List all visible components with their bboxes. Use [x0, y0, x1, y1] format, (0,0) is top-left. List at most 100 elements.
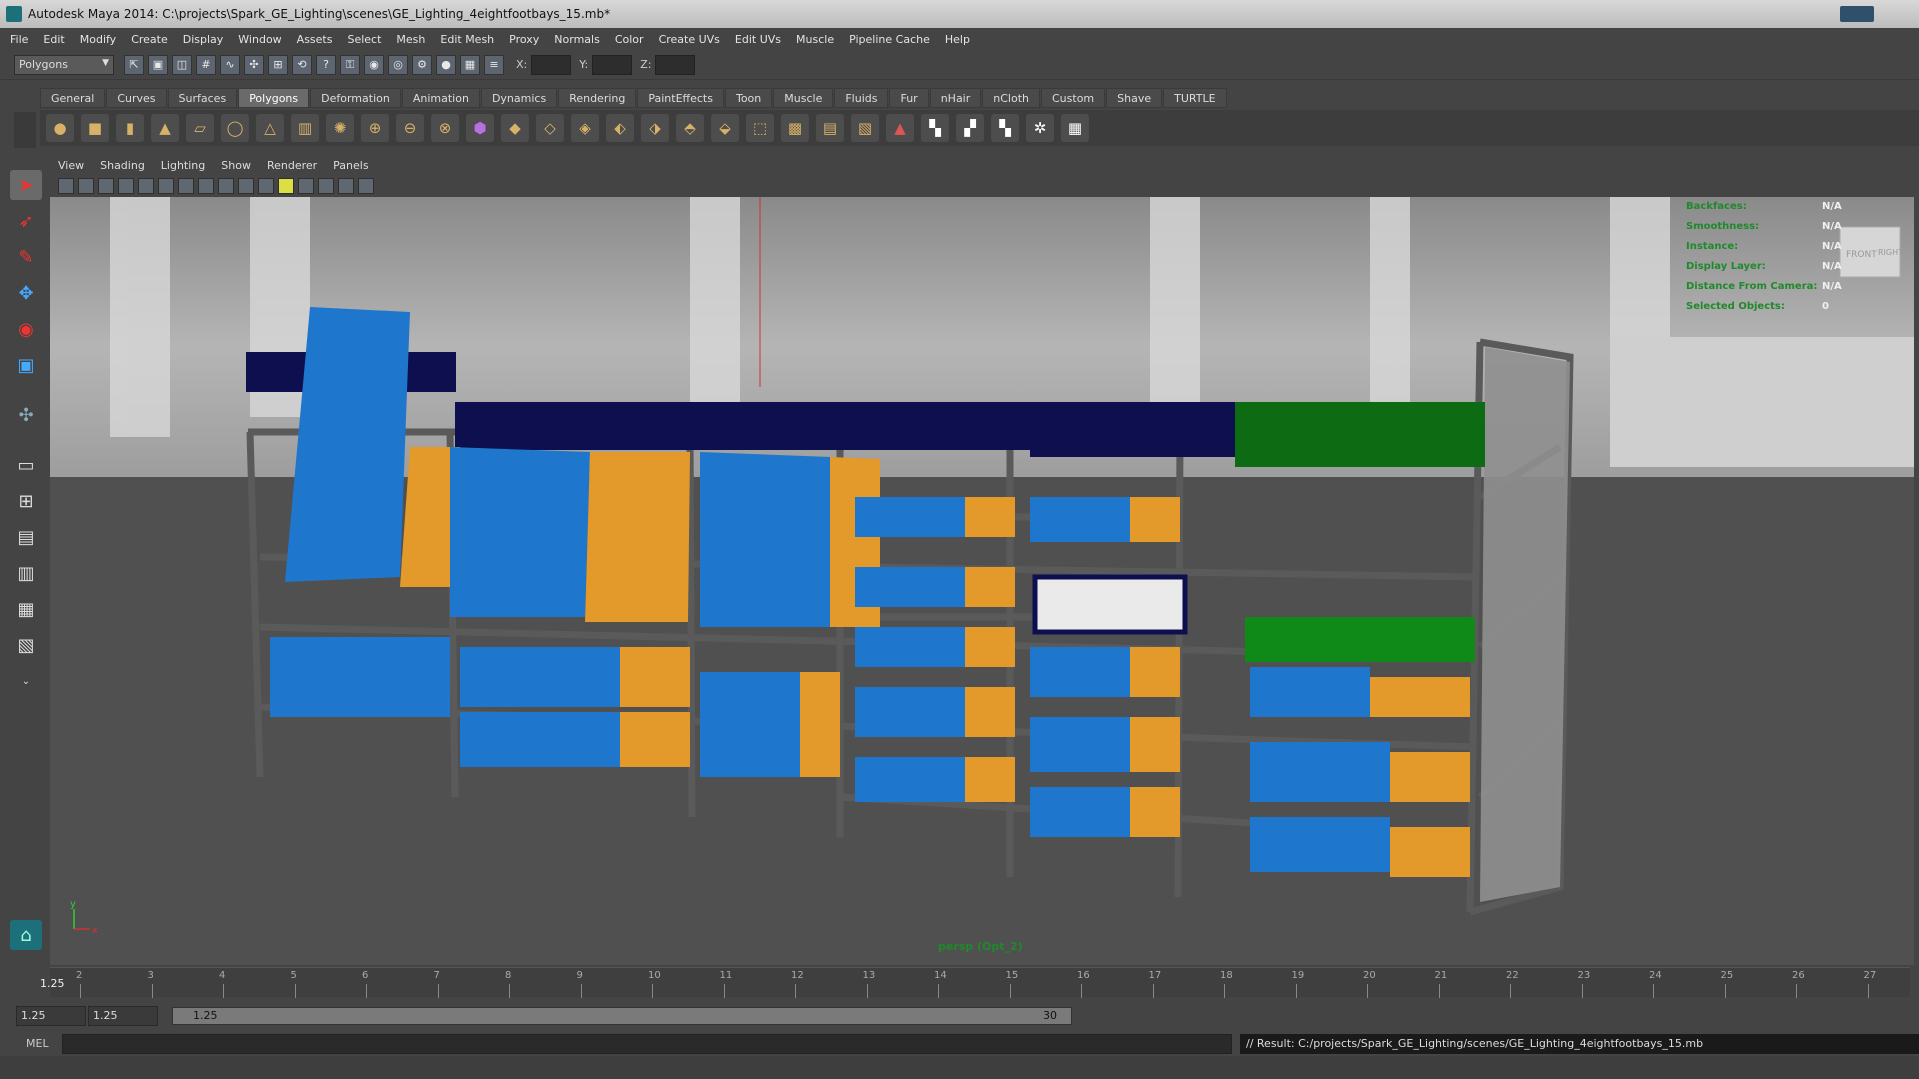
render-view-layout-icon[interactable]: ▧: [10, 630, 42, 660]
separate-icon[interactable]: ⊖: [396, 114, 424, 142]
poly-torus-icon[interactable]: ◯: [221, 114, 249, 142]
menu-color[interactable]: Color: [615, 33, 644, 46]
hypershade-icon[interactable]: ●: [436, 54, 456, 75]
bevel-icon[interactable]: ⬚: [746, 114, 774, 142]
four-pane-layout-icon[interactable]: ⊞: [10, 486, 42, 516]
smooth-shade-icon[interactable]: [238, 178, 254, 194]
merge-vertices-icon[interactable]: ⬙: [711, 114, 739, 142]
insert-edge-loop-icon[interactable]: ⬗: [641, 114, 669, 142]
tab-fluids[interactable]: Fluids: [834, 88, 889, 108]
tab-shave[interactable]: Shave: [1106, 88, 1163, 108]
tab-surfaces[interactable]: Surfaces: [167, 88, 238, 108]
x-field[interactable]: [531, 54, 572, 75]
tab-ncloth[interactable]: nCloth: [982, 88, 1040, 108]
camera-attributes-icon[interactable]: [78, 178, 94, 194]
poly-cone-icon[interactable]: ▲: [151, 114, 179, 142]
tab-general[interactable]: General: [40, 88, 106, 108]
use-all-lights-icon[interactable]: [278, 178, 294, 194]
poly-pipe-icon[interactable]: ▥: [291, 114, 319, 142]
menu-window[interactable]: Window: [238, 33, 281, 46]
xray-icon[interactable]: [318, 178, 334, 194]
time-slider[interactable]: 2 3 4 5 6 7 8 9 10 11 12 13 14 15 16 17 18 19 20 21 22 23 24 25…: [0, 965, 1919, 1001]
start-time-field[interactable]: 1.25: [16, 1006, 86, 1026]
checker-uv-icon[interactable]: ▚: [921, 114, 949, 142]
menu-file[interactable]: File: [10, 33, 28, 46]
tab-curves[interactable]: Curves: [106, 88, 167, 108]
append-polygon-icon[interactable]: ◈: [571, 114, 599, 142]
menu-modify[interactable]: Modify: [80, 33, 116, 46]
menu-muscle[interactable]: Muscle: [796, 33, 834, 46]
planar-mapping-icon[interactable]: ▤: [816, 114, 844, 142]
select-object-icon[interactable]: ▣: [148, 54, 168, 75]
lasso-tool-icon[interactable]: ➶: [10, 206, 42, 236]
y-field[interactable]: [592, 54, 633, 75]
menu-pipeline-cache[interactable]: Pipeline Cache: [849, 33, 930, 46]
poly-cylinder-icon[interactable]: ▮: [116, 114, 144, 142]
construction-history-icon[interactable]: ⟲: [292, 54, 312, 75]
window-control-button[interactable]: [1840, 6, 1874, 22]
image-plane-icon[interactable]: [118, 178, 134, 194]
film-gate-icon[interactable]: [158, 178, 174, 194]
menu-create-uvs[interactable]: Create UVs: [659, 33, 720, 46]
menu-create[interactable]: Create: [131, 33, 168, 46]
snap-grid-icon[interactable]: #: [196, 54, 216, 75]
manipulator-tool-icon[interactable]: ✣: [10, 400, 42, 430]
poly-soccer-ball-icon[interactable]: ✺: [326, 114, 354, 142]
time-ruler[interactable]: 2 3 4 5 6 7 8 9 10 11 12 13 14 15 16 17 18 19 20 21 22 23 24 25…: [50, 967, 1910, 998]
menu-help[interactable]: Help: [945, 33, 970, 46]
menu-edit-mesh[interactable]: Edit Mesh: [440, 33, 494, 46]
menu-normals[interactable]: Normals: [554, 33, 600, 46]
tab-painteffects[interactable]: PaintEffects: [637, 88, 724, 108]
z-field[interactable]: [655, 54, 696, 75]
range-slider[interactable]: 1.25 30: [172, 1007, 1072, 1025]
extrude-icon[interactable]: ◆: [501, 114, 529, 142]
tab-rendering[interactable]: Rendering: [558, 88, 637, 108]
graph-layout-icon[interactable]: ▥: [10, 558, 42, 588]
menu-edit[interactable]: Edit: [43, 33, 64, 46]
fill-hole-icon[interactable]: ▩: [781, 114, 809, 142]
scale-tool-icon[interactable]: ▣: [10, 350, 42, 380]
checker-uv-3-icon[interactable]: ▚: [991, 114, 1019, 142]
bridge-icon[interactable]: ◇: [536, 114, 564, 142]
tab-dynamics[interactable]: Dynamics: [480, 88, 558, 108]
snap-plane-icon[interactable]: ⊞: [268, 54, 288, 75]
poly-cube-icon[interactable]: ■: [81, 114, 109, 142]
combine-icon[interactable]: ⊕: [361, 114, 389, 142]
bookmarks-icon[interactable]: [98, 178, 114, 194]
panel-menu-lighting[interactable]: Lighting: [161, 159, 205, 172]
tab-muscle[interactable]: Muscle: [773, 88, 834, 108]
tab-toon[interactable]: Toon: [724, 88, 773, 108]
rotate-tool-icon[interactable]: ◉: [10, 314, 42, 344]
ipr-render-icon[interactable]: ◎: [388, 54, 408, 75]
panel-menu-panels[interactable]: Panels: [333, 159, 368, 172]
cylindrical-mapping-icon[interactable]: ▧: [851, 114, 879, 142]
snap-point-icon[interactable]: ✣: [244, 54, 264, 75]
toolbox-expand-icon[interactable]: ⌄: [10, 666, 42, 696]
checker-uv-4-icon[interactable]: ✲: [1026, 114, 1054, 142]
tab-fur[interactable]: Fur: [889, 88, 929, 108]
poly-sphere-icon[interactable]: ●: [46, 114, 74, 142]
panel-menu-show[interactable]: Show: [221, 159, 251, 172]
snap-curve-icon[interactable]: ∿: [220, 54, 240, 75]
render-frame-icon[interactable]: ◉: [364, 54, 384, 75]
menu-mesh[interactable]: Mesh: [396, 33, 425, 46]
checker-uv-2-icon[interactable]: ▞: [956, 114, 984, 142]
menu-assets[interactable]: Assets: [297, 33, 333, 46]
tab-animation[interactable]: Animation: [401, 88, 480, 108]
help-icon[interactable]: ?: [316, 54, 336, 75]
grid-toggle-icon[interactable]: [138, 178, 154, 194]
menu-select[interactable]: Select: [347, 33, 381, 46]
menu-set-dropdown[interactable]: Polygons ▼: [14, 54, 114, 75]
render-settings-icon[interactable]: ⚙: [412, 54, 432, 75]
attribute-editor-icon[interactable]: ≡: [484, 54, 504, 75]
select-hierarchy-icon[interactable]: ⇱: [124, 54, 144, 75]
paint-select-tool-icon[interactable]: ✎: [10, 242, 42, 272]
extract-icon[interactable]: ⊗: [431, 114, 459, 142]
perspective-viewport[interactable]: FRONT RIGHT y x: [50, 197, 1914, 965]
shadows-icon[interactable]: [298, 178, 314, 194]
panel-menu-view[interactable]: View: [58, 159, 84, 172]
outliner-layout-icon[interactable]: ▤: [10, 522, 42, 552]
isolate-select-icon[interactable]: [338, 178, 354, 194]
select-camera-icon[interactable]: [58, 178, 74, 194]
checker-uv-5-icon[interactable]: ▦: [1061, 114, 1089, 142]
